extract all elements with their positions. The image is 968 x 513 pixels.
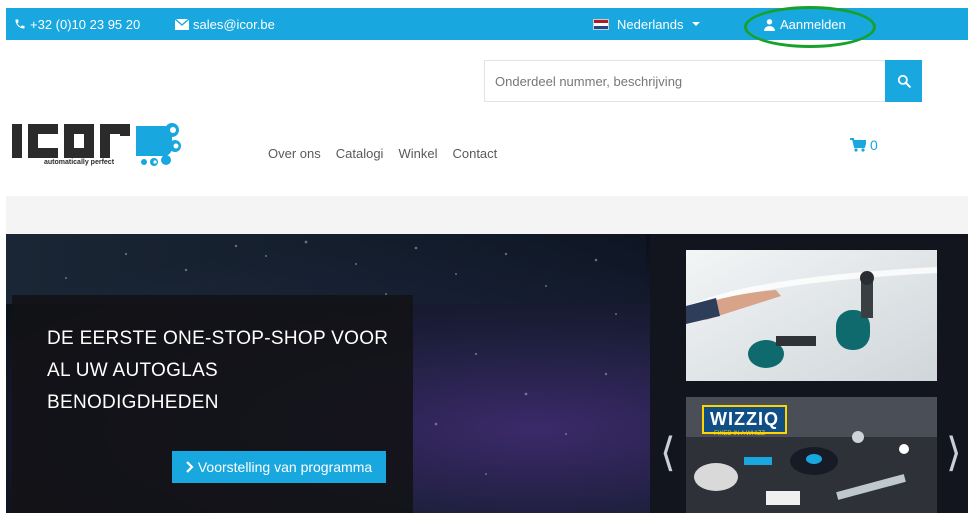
search-icon (897, 74, 911, 88)
envelope-icon (175, 18, 189, 30)
email-link[interactable]: sales@icor.be (175, 8, 275, 40)
email-address: sales@icor.be (193, 16, 275, 32)
phone-number: +32 (0)10 23 95 20 (30, 16, 141, 32)
nav-item-catalogi[interactable]: Catalogi (336, 146, 384, 161)
slider-next-arrow[interactable]: ⟩ (946, 430, 962, 476)
chevron-right-icon (186, 461, 194, 473)
wizziq-slogan: FIXED IN A WHIZZ (714, 431, 766, 437)
phone-link[interactable]: +32 (0)10 23 95 20 (14, 8, 140, 40)
icor-logo[interactable]: automatically perfect (12, 116, 188, 174)
hero-caption-box: DE EERSTE ONE-STOP-SHOP VOOR AL UW AUTOG… (12, 295, 413, 513)
search-bar (484, 60, 922, 102)
thumb-windshield-repair[interactable] (686, 250, 937, 381)
chevron-down-icon (691, 22, 700, 26)
hero-slider: DE EERSTE ONE-STOP-SHOP VOOR AL UW AUTOG… (6, 234, 968, 513)
login-label: Aanmelden (780, 16, 846, 32)
phone-icon (15, 19, 25, 29)
logo-tagline: automatically perfect (44, 159, 115, 166)
nav-item-over-ons[interactable]: Over ons (268, 146, 321, 161)
hero-tagline-line: BENODIGDHEDEN (47, 392, 219, 413)
top-bar: +32 (0)10 23 95 20 sales@icor.be Nederla… (6, 8, 968, 40)
login-link[interactable]: Aanmelden (763, 8, 846, 40)
language-label: Nederlands (617, 16, 684, 32)
search-button[interactable] (885, 60, 922, 102)
slider-prev-arrow[interactable]: ⟨ (660, 430, 676, 476)
wizziq-logo: WIZZIQ (702, 405, 787, 434)
breadcrumb-band (6, 196, 968, 234)
netherlands-flag-icon (593, 18, 609, 30)
cart-count: 0 (870, 137, 878, 153)
nav-item-contact[interactable]: Contact (452, 146, 497, 161)
hero-tagline-line: DE EERSTE ONE-STOP-SHOP VOOR (47, 328, 389, 349)
program-presentation-button[interactable]: Voorstelling van programma (172, 451, 386, 483)
hero-tagline: DE EERSTE ONE-STOP-SHOP VOOR AL UW AUTOG… (47, 323, 392, 419)
thumb-wizziq-kit[interactable]: WIZZIQ FIXED IN A WHIZZ (686, 397, 937, 513)
cart-icon (850, 138, 866, 152)
language-selector[interactable]: Nederlands (593, 8, 700, 40)
nav-item-winkel[interactable]: Winkel (398, 146, 437, 161)
hero-tagline-line: AL UW AUTOGLAS (47, 360, 219, 381)
main-nav: Over ons Catalogi Winkel Contact (268, 146, 512, 161)
program-presentation-label: Voorstelling van programma (197, 459, 373, 475)
user-icon (764, 18, 775, 31)
cart-link[interactable]: 0 (850, 137, 878, 153)
search-input[interactable] (484, 60, 885, 102)
